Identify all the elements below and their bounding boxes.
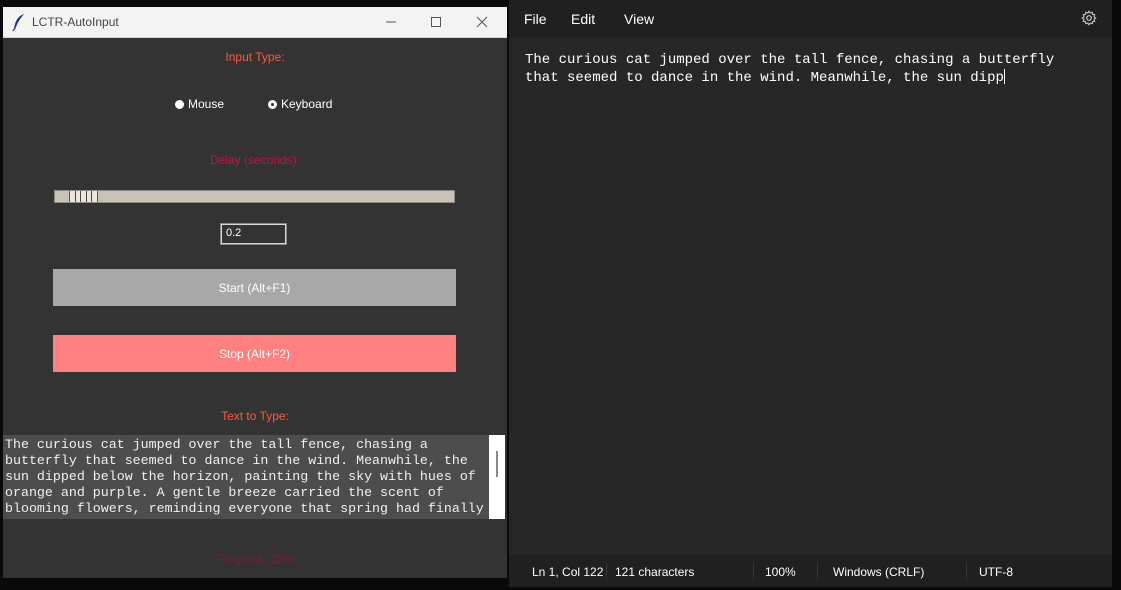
notepad-window: File Edit View The curious cat jumped ov… xyxy=(509,0,1112,587)
gear-icon[interactable] xyxy=(1081,10,1097,26)
scrollbar-thumb[interactable] xyxy=(496,451,498,477)
text-scrollbar[interactable] xyxy=(489,435,505,519)
radio-keyboard-label: Keyboard xyxy=(281,97,333,111)
radio-mouse-indicator[interactable] xyxy=(175,99,184,109)
delay-label: Delay (seconds): xyxy=(209,153,301,167)
text-to-type-label: Text to Type: xyxy=(221,409,289,423)
status-position: Ln 1, Col 122 xyxy=(532,565,604,579)
text-caret xyxy=(1003,69,1005,84)
text-line: blooming flowers, reminding everyone tha… xyxy=(5,501,484,516)
maximize-button[interactable] xyxy=(414,7,458,37)
text-to-type-field[interactable]: The curious cat jumped over the tall fen… xyxy=(3,435,489,519)
autoinput-window: LCTR-AutoInput Input Type: Mouse Keyboar… xyxy=(3,7,507,578)
text-line: butterfly that seemed to dance in the wi… xyxy=(5,453,468,468)
progress-label: Progress: 25% xyxy=(215,552,295,566)
menu-edit[interactable]: Edit xyxy=(571,11,595,27)
close-button[interactable] xyxy=(459,7,503,37)
status-characters: 121 characters xyxy=(615,565,695,579)
window-title: LCTR-AutoInput xyxy=(32,15,119,29)
radio-mouse-label: Mouse xyxy=(188,97,225,111)
text-line: The curious cat jumped over the tall fen… xyxy=(5,437,428,452)
stop-button[interactable]: Stop (Alt+F2) xyxy=(53,335,456,372)
menu-view[interactable]: View xyxy=(624,11,654,27)
status-line-ending[interactable]: Windows (CRLF) xyxy=(833,565,924,579)
menu-bar: File Edit View xyxy=(509,0,1112,38)
start-button[interactable]: Start (Alt+F1) xyxy=(53,269,456,306)
close-icon xyxy=(476,16,488,28)
text-line: sun dipped below the horizon, painting t… xyxy=(5,469,476,484)
text-line: orange and purple. A gentle breeze carri… xyxy=(5,485,444,500)
status-zoom[interactable]: 100% xyxy=(765,565,796,579)
feather-icon xyxy=(12,14,24,31)
delay-slider[interactable] xyxy=(54,190,455,203)
input-type-label: Input Type: xyxy=(225,50,285,64)
radio-mouse[interactable]: Mouse xyxy=(175,97,224,111)
status-bar: Ln 1, Col 122 121 characters 100% Window… xyxy=(509,555,1112,587)
slider-thumb[interactable] xyxy=(69,191,98,202)
menu-file[interactable]: File xyxy=(524,11,547,27)
delay-input[interactable]: 0.2 xyxy=(221,224,286,244)
minimize-button[interactable] xyxy=(369,7,413,37)
editor-content: The curious cat jumped over the tall fen… xyxy=(525,52,1063,86)
minimize-icon xyxy=(386,21,396,23)
maximize-icon xyxy=(431,17,441,27)
radio-keyboard-indicator[interactable] xyxy=(268,99,277,109)
editor-text-area[interactable]: The curious cat jumped over the tall fen… xyxy=(525,51,1095,87)
title-bar[interactable]: LCTR-AutoInput xyxy=(3,7,507,38)
status-encoding[interactable]: UTF-8 xyxy=(979,565,1013,579)
radio-keyboard[interactable]: Keyboard xyxy=(268,97,332,111)
